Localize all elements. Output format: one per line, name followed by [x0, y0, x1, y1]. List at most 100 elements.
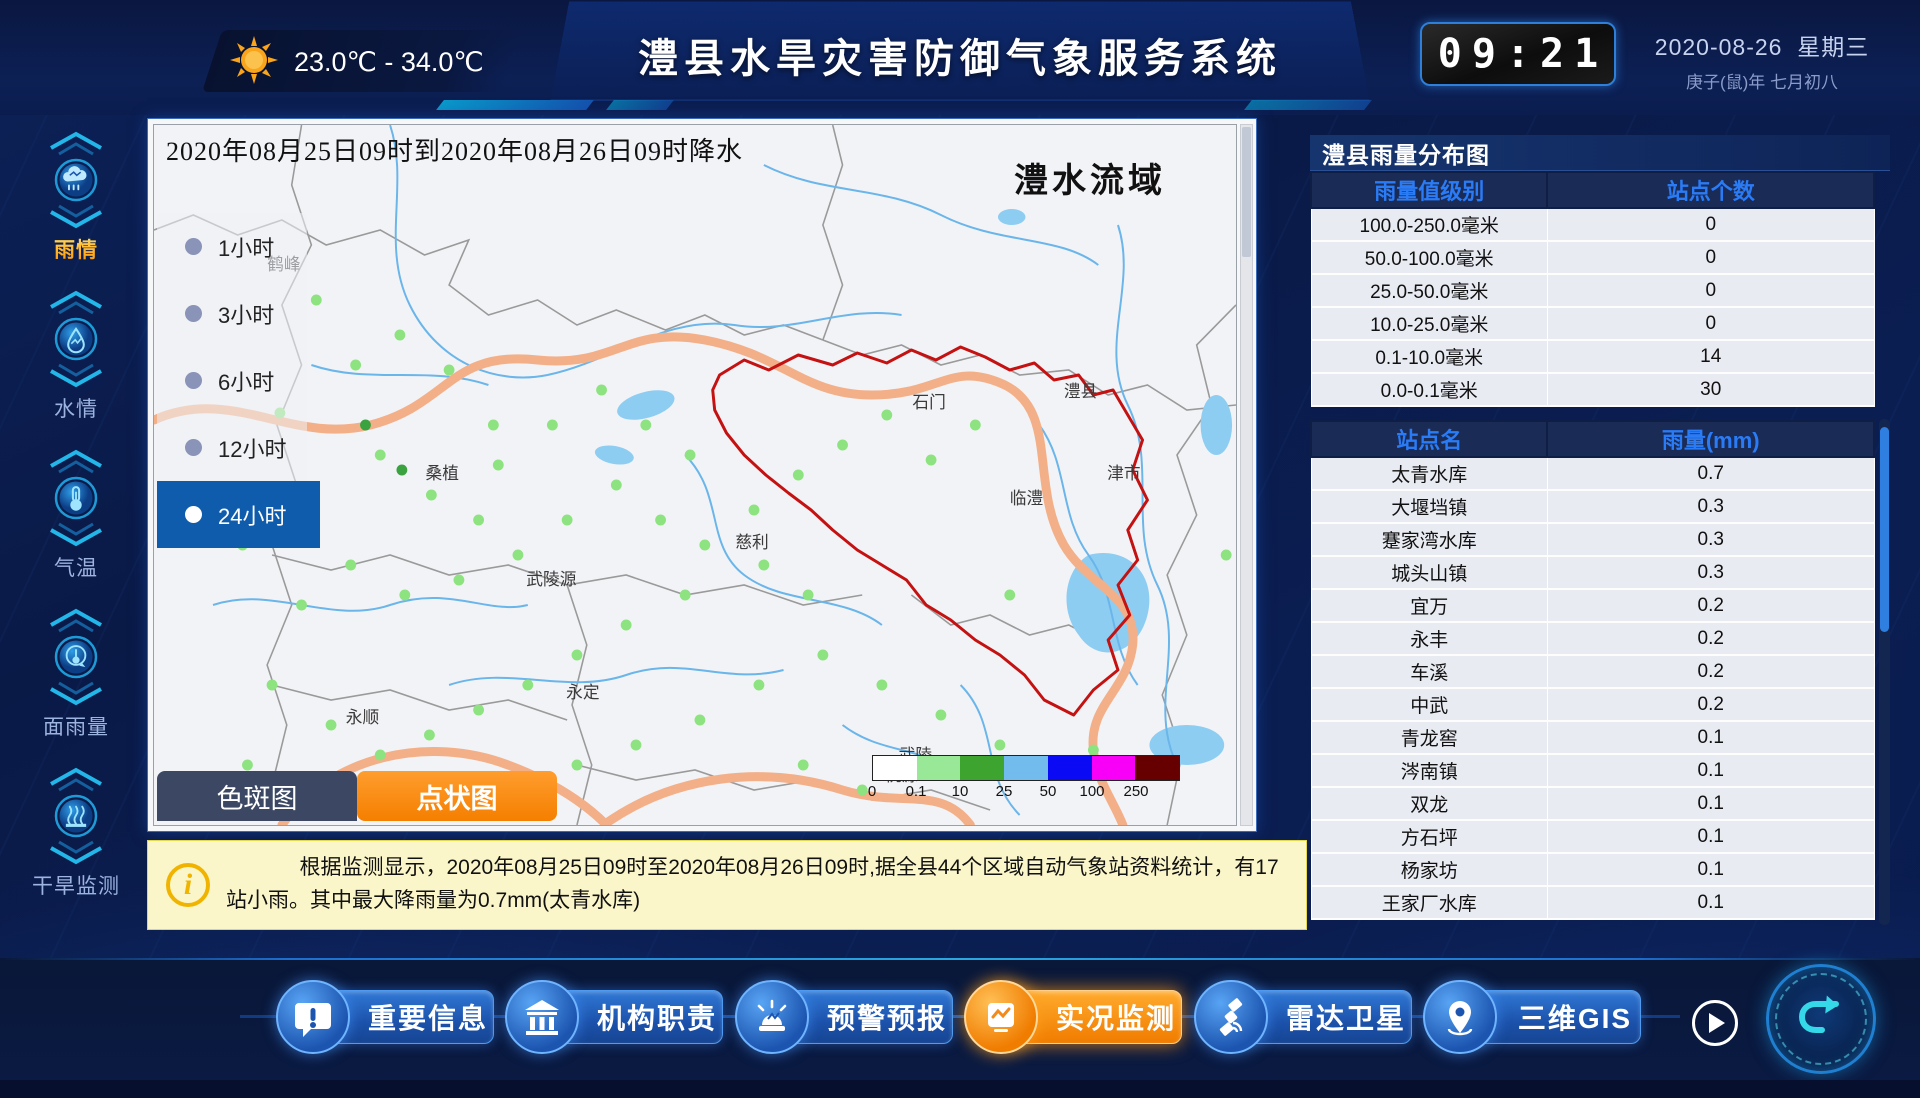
station-dot[interactable]: [680, 590, 691, 601]
radio-dot-icon: [185, 305, 202, 322]
nav-button-important-info[interactable]: 重要信息: [282, 988, 494, 1046]
station-dot[interactable]: [394, 330, 405, 341]
view-button-dot-map[interactable]: 点状图: [357, 771, 557, 821]
station-dot[interactable]: [754, 680, 765, 691]
station-dot[interactable]: [1088, 745, 1099, 756]
station-dot[interactable]: [513, 550, 524, 561]
station-dot[interactable]: [970, 420, 981, 431]
nav-play-button[interactable]: [1692, 1000, 1738, 1046]
station-dot[interactable]: [837, 440, 848, 451]
station-dot[interactable]: [454, 575, 465, 586]
station-dot[interactable]: [935, 710, 946, 721]
legend-tick-label: 50: [1040, 783, 1057, 800]
station-dot[interactable]: [881, 410, 892, 421]
station-dot[interactable]: [311, 295, 322, 306]
station-dot[interactable]: [426, 490, 437, 501]
map-scrollbar[interactable]: [1240, 124, 1253, 826]
station-rainfall-table: 站点名 雨量(mm) 太青水库0.7大堰垱镇0.3蹇家湾水库0.3城头山镇0.3…: [1310, 420, 1875, 920]
station-dot[interactable]: [375, 750, 386, 761]
station-dot[interactable]: [547, 420, 558, 431]
station-dot[interactable]: [758, 560, 769, 571]
station-dot[interactable]: [424, 730, 435, 741]
digital-clock: 09:21: [1420, 22, 1616, 86]
station-dot[interactable]: [749, 505, 760, 516]
station-dot[interactable]: [685, 450, 696, 461]
decor-slash: [436, 100, 594, 110]
table-cell: 大堰垱镇: [1311, 490, 1547, 523]
station-dot[interactable]: [995, 740, 1006, 751]
station-dot[interactable]: [473, 515, 484, 526]
station-table-scrollbar[interactable]: [1879, 419, 1890, 925]
siren-icon: [735, 980, 809, 1054]
legend-tick-label: 10: [952, 783, 969, 800]
station-dot[interactable]: [522, 680, 533, 691]
decor-slash: [606, 100, 674, 110]
station-dot[interactable]: [876, 680, 887, 691]
station-dot[interactable]: [267, 680, 278, 691]
rainfall-panel-title: 澧县雨量分布图: [1310, 135, 1890, 171]
dashboard-page: 23.0℃ - 34.0℃ 澧县水旱灾害防御气象服务系统 09:21 2020-…: [0, 0, 1920, 1080]
nav-button-agency-duties[interactable]: 机构职责: [511, 988, 723, 1046]
station-dot[interactable]: [695, 715, 706, 726]
station-dot[interactable]: [699, 540, 710, 551]
sidebar-item-temperature[interactable]: 气温: [16, 446, 136, 582]
station-dot[interactable]: [375, 450, 386, 461]
precipitation-map[interactable]: 鹤峰桑植石门澧县津市临澧慈利武陵源永定永顺武陵桃源 2020年08月25日09时…: [153, 124, 1237, 826]
time-filter-24h[interactable]: 24小时: [157, 481, 320, 548]
sidebar-item-drought[interactable]: 干旱监测: [16, 764, 136, 900]
time-filter-12h[interactable]: 12小时: [157, 414, 307, 481]
return-button[interactable]: [1766, 964, 1876, 1074]
station-dot[interactable]: [1221, 550, 1232, 561]
sidebar-item-area-rainfall[interactable]: 面雨量: [16, 605, 136, 741]
station-dot[interactable]: [493, 460, 504, 471]
station-dot[interactable]: [803, 590, 814, 601]
sidebar-item-label: 干旱监测: [32, 870, 120, 900]
time-filter-label: 24小时: [218, 499, 286, 531]
station-dot[interactable]: [399, 590, 410, 601]
nav-button-live-monitoring[interactable]: 实况监测: [970, 988, 1182, 1046]
station-dot[interactable]: [572, 760, 583, 771]
legend-color-segment: [1004, 756, 1048, 780]
station-dot[interactable]: [242, 760, 253, 771]
station-dot[interactable]: [655, 515, 666, 526]
view-button-color-patch-map[interactable]: 色斑图: [157, 771, 357, 821]
nav-button-3d-gis[interactable]: 三维GIS: [1429, 988, 1641, 1046]
table-cell: 0: [1547, 307, 1874, 340]
station-dot[interactable]: [444, 365, 455, 376]
station-dot[interactable]: [572, 650, 583, 661]
station-dot-dark[interactable]: [396, 465, 407, 476]
station-dot[interactable]: [926, 455, 937, 466]
station-dot[interactable]: [640, 420, 651, 431]
sidebar-item-rain[interactable]: 雨情: [16, 128, 136, 264]
time-filter-3h[interactable]: 3小时: [157, 280, 307, 347]
station-dot[interactable]: [326, 720, 337, 731]
table-cell: 杨家坊: [1311, 853, 1547, 886]
station-dot[interactable]: [793, 470, 804, 481]
nav-button-radar-satellite[interactable]: 雷达卫星: [1200, 988, 1412, 1046]
station-dot[interactable]: [1004, 590, 1015, 601]
station-dot[interactable]: [596, 385, 607, 396]
station-dot[interactable]: [296, 600, 307, 611]
rainfall-legend: 00.1102550100250: [850, 755, 1200, 803]
station-dot[interactable]: [631, 740, 642, 751]
sidebar-item-water[interactable]: 水情: [16, 287, 136, 423]
station-dot[interactable]: [621, 620, 632, 631]
station-row: 青龙窖0.1: [1311, 721, 1874, 754]
legend-color-segment: [1048, 756, 1092, 780]
station-dot[interactable]: [798, 760, 809, 771]
legend-color-segment: [917, 756, 961, 780]
monitoring-summary-text: 根据监测显示，2020年08月25日09时至2020年08月26日09时,据全县…: [226, 852, 1288, 917]
time-filter-6h[interactable]: 6小时: [157, 347, 307, 414]
station-row: 双龙0.1: [1311, 787, 1874, 820]
station-dot[interactable]: [817, 650, 828, 661]
station-row: 永丰0.2: [1311, 622, 1874, 655]
time-filter-1h[interactable]: 1小时: [157, 213, 307, 280]
station-dot[interactable]: [473, 705, 484, 716]
station-dot[interactable]: [562, 515, 573, 526]
station-dot[interactable]: [350, 360, 361, 371]
station-dot-dark[interactable]: [360, 420, 371, 431]
station-dot[interactable]: [611, 480, 622, 491]
station-dot[interactable]: [488, 420, 499, 431]
station-dot[interactable]: [345, 560, 356, 571]
nav-button-warning-forecast[interactable]: 预警预报: [741, 988, 953, 1046]
